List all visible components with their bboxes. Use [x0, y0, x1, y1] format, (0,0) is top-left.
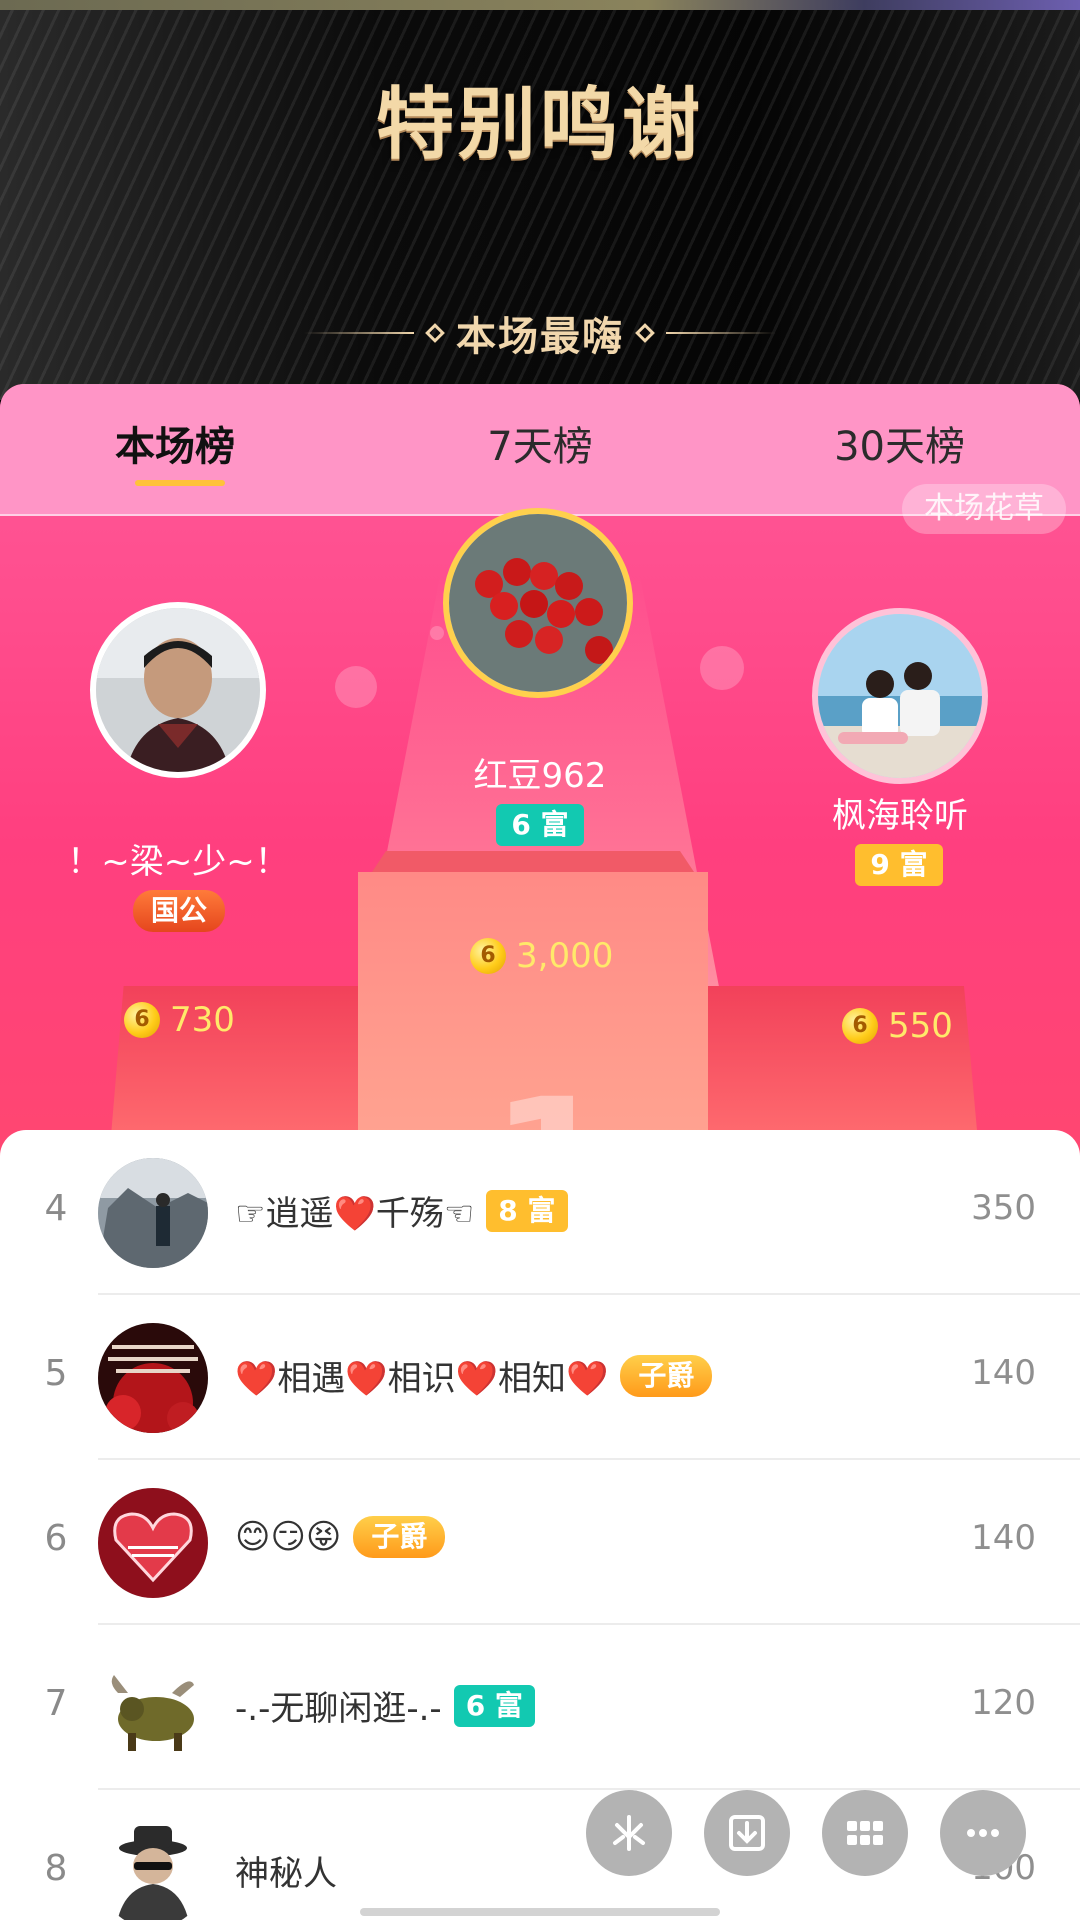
score: 120: [971, 1683, 1036, 1723]
coin-icon: 6: [842, 1008, 878, 1044]
coins-first: 6 3,000: [470, 936, 613, 976]
decor-line-left: [304, 332, 414, 334]
grid-button[interactable]: [822, 1790, 908, 1876]
tab-label: 30天榜: [834, 424, 965, 470]
more-button[interactable]: [940, 1790, 1026, 1876]
rank-number: 6: [44, 1518, 68, 1559]
subtitle: 本场最嗨: [456, 314, 624, 360]
coin-amount: 550: [888, 1006, 953, 1046]
tab-this-session[interactable]: 本场榜: [0, 384, 398, 514]
avatar-first[interactable]: [443, 508, 633, 698]
row-name-area: 😊😏😝 子爵: [235, 1516, 446, 1558]
rank-number: 4: [44, 1188, 68, 1229]
wealth-badge: 6 富: [496, 804, 584, 846]
rank-number: 5: [44, 1353, 68, 1394]
user-name: 神秘人: [235, 1854, 337, 1894]
noble-badge: 子爵: [620, 1354, 713, 1397]
score: 140: [971, 1353, 1036, 1393]
rank-number: 8: [44, 1848, 68, 1889]
subtitle-row: 本场最嗨: [0, 308, 1080, 360]
avatar[interactable]: [98, 1488, 208, 1598]
coin-amount: 3,000: [516, 936, 614, 976]
row-name-area: ☞逍遥❤️千殇☜ 8 富: [235, 1186, 568, 1235]
user-name: -.-无聊闲逛-.-: [235, 1689, 442, 1729]
decor-line-right: [666, 332, 776, 334]
user-name: ❤️相遇❤️相识❤️相知❤️: [235, 1359, 609, 1399]
podium-name-first: 红豆962: [473, 756, 607, 796]
noble-badge: 国公: [133, 890, 226, 932]
row-name-area: ❤️相遇❤️相识❤️相知❤️ 子爵: [235, 1351, 713, 1400]
list-item[interactable]: 5 ❤️相遇❤️相识❤️相知❤️ 子爵 140: [0, 1295, 1080, 1460]
tab-label: 本场榜: [115, 424, 235, 470]
more-icon: [967, 1829, 999, 1837]
list-item[interactable]: 8 神秘人 100: [0, 1790, 1080, 1920]
wealth-badge: 9 富: [855, 844, 943, 886]
noble-badge: 子爵: [353, 1516, 446, 1558]
diamond-icon: [635, 323, 655, 343]
download-icon: [729, 1815, 765, 1851]
user-name: 😊😏😝: [235, 1517, 342, 1557]
score: 140: [971, 1518, 1036, 1558]
coin-icon: 6: [470, 938, 506, 974]
list-item[interactable]: 6 😊😏😝 子爵 140: [0, 1460, 1080, 1625]
coin-amount: 730: [170, 1000, 235, 1040]
podium-name-second: ！~梁~少~！: [67, 842, 289, 882]
grid-icon: [847, 1821, 883, 1845]
avatar[interactable]: [98, 1653, 208, 1763]
sparkle-button[interactable]: [586, 1790, 672, 1876]
wealth-badge: 8 富: [486, 1189, 568, 1232]
decor-bubble: [335, 666, 377, 708]
score: 350: [971, 1188, 1036, 1228]
list-item[interactable]: 4 ☞逍遥❤️千殇☜ 8 富 350: [0, 1130, 1080, 1295]
row-name-area: -.-无聊闲逛-.- 6 富: [235, 1681, 535, 1730]
decor-bubble: [430, 626, 444, 640]
diamond-icon: [425, 323, 445, 343]
coin-icon: 6: [124, 1002, 160, 1038]
download-button[interactable]: [704, 1790, 790, 1876]
tab-7-days[interactable]: 7天榜: [398, 384, 681, 514]
wealth-badge: 6 富: [453, 1684, 535, 1727]
page-title: 特别鸣谢: [375, 79, 704, 170]
rank-number: 7: [44, 1683, 68, 1724]
active-tab-indicator: [135, 480, 225, 486]
row-name-area: 神秘人: [235, 1846, 337, 1895]
list-item[interactable]: 7 -.-无聊闲逛-.- 6 富 120: [0, 1625, 1080, 1790]
avatar-second[interactable]: [90, 602, 266, 778]
coins-second: 6 730: [124, 1000, 235, 1040]
avatar-third[interactable]: [812, 608, 988, 784]
avatar[interactable]: [98, 1818, 208, 1920]
avatar[interactable]: [98, 1323, 208, 1433]
user-name: ☞逍遥❤️千殇☜: [235, 1194, 475, 1234]
ranking-list: 4 ☞逍遥❤️千殇☜ 8 富 350 5 ❤️相遇❤️相识❤️相知❤️ 子爵 1…: [0, 1130, 1080, 1920]
coins-third: 6 550: [842, 1006, 953, 1046]
home-indicator[interactable]: [360, 1908, 720, 1916]
header-banner: 特别鸣谢 本场最嗨: [0, 0, 1080, 400]
avatar[interactable]: [98, 1158, 208, 1268]
podium-name-third: 枫海聆听: [832, 796, 968, 836]
tab-label: 7天榜: [487, 424, 593, 470]
decor-bubble: [700, 646, 744, 690]
sparkle-icon: [613, 1815, 645, 1851]
